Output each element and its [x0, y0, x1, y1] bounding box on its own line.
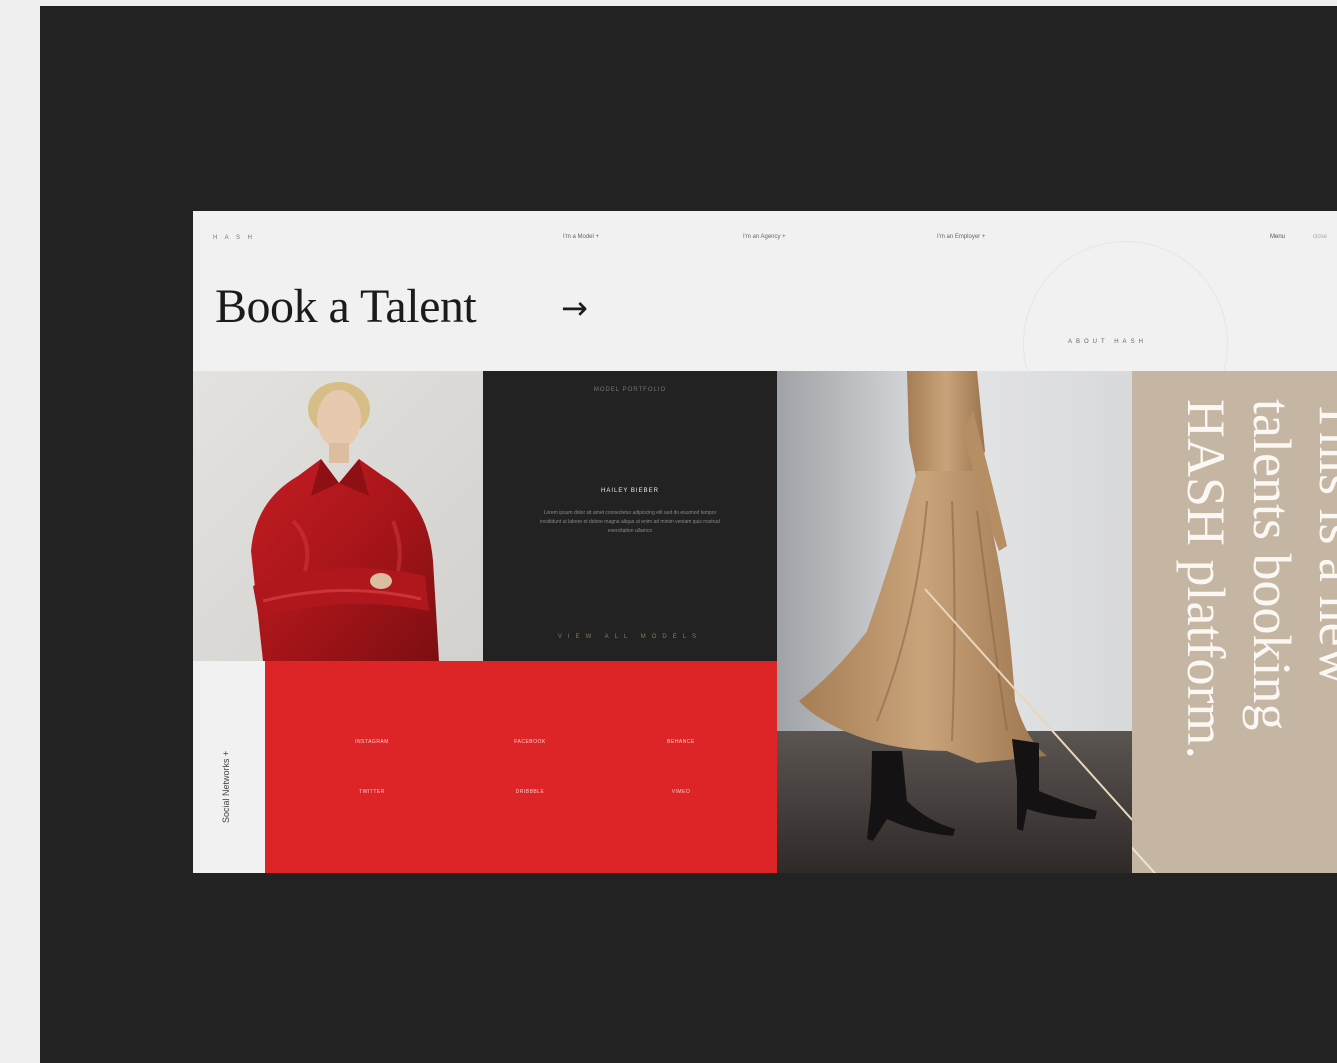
view-all-models-link[interactable]: VIEW ALL MODELS [483, 634, 777, 640]
social-link-dribbble[interactable]: DRIBBBLE [516, 789, 545, 795]
diagonal-decorative-line [924, 588, 1132, 822]
tagline-panel: This is a new talents booking HASH platf… [1132, 371, 1337, 873]
page-title[interactable]: Book a Talent [215, 279, 477, 334]
logo[interactable]: H A S H [213, 235, 255, 241]
social-networks-label[interactable]: Social Networks + [221, 751, 231, 823]
social-link-vimeo[interactable]: VIMEO [672, 789, 691, 795]
website-mockup: H A S H I'm a Model + I'm an Agency + I'… [193, 211, 1337, 873]
red-coat-illustration [193, 371, 483, 661]
presentation-stage: H A S H I'm a Model + I'm an Agency + I'… [40, 6, 1337, 1063]
menu-button[interactable]: Menu [1270, 234, 1285, 240]
close-button[interactable]: close [1313, 234, 1327, 240]
social-link-twitter[interactable]: TWITTER [359, 789, 385, 795]
nav-link-agency[interactable]: I'm an Agency + [743, 234, 786, 240]
arrow-right-icon[interactable]: → [561, 289, 588, 327]
card-top-label: MODEL PORTFOLIO [593, 387, 667, 393]
site-header: H A S H I'm a Model + I'm an Agency + I'… [193, 211, 1337, 446]
diagonal-line-continuation [1132, 846, 1157, 873]
social-link-behance[interactable]: BEHANCE [667, 739, 695, 745]
social-link-facebook[interactable]: FACEBOOK [514, 739, 546, 745]
card-heading: HAILEY BIEBER [601, 488, 659, 494]
card-description: Lorem ipsum dolor sit amet consectetur a… [540, 510, 720, 534]
nav-link-employer[interactable]: I'm an Employer + [937, 234, 985, 240]
model-photo-red-coat[interactable] [193, 371, 483, 661]
social-link-instagram[interactable]: INSTAGRAM [355, 739, 389, 745]
model-photo-beige-dress[interactable] [777, 371, 1132, 873]
featured-model-card: MODEL PORTFOLIO HAILEY BIEBER Lorem ipsu… [483, 371, 777, 661]
social-links-panel: INSTAGRAM FACEBOOK BEHANCE TWITTER DRIBB… [265, 661, 777, 873]
nav-link-model[interactable]: I'm a Model + [563, 234, 599, 240]
social-networks-sidebar: Social Networks + [193, 661, 265, 873]
about-link[interactable]: ABOUT HASH [1068, 339, 1147, 345]
